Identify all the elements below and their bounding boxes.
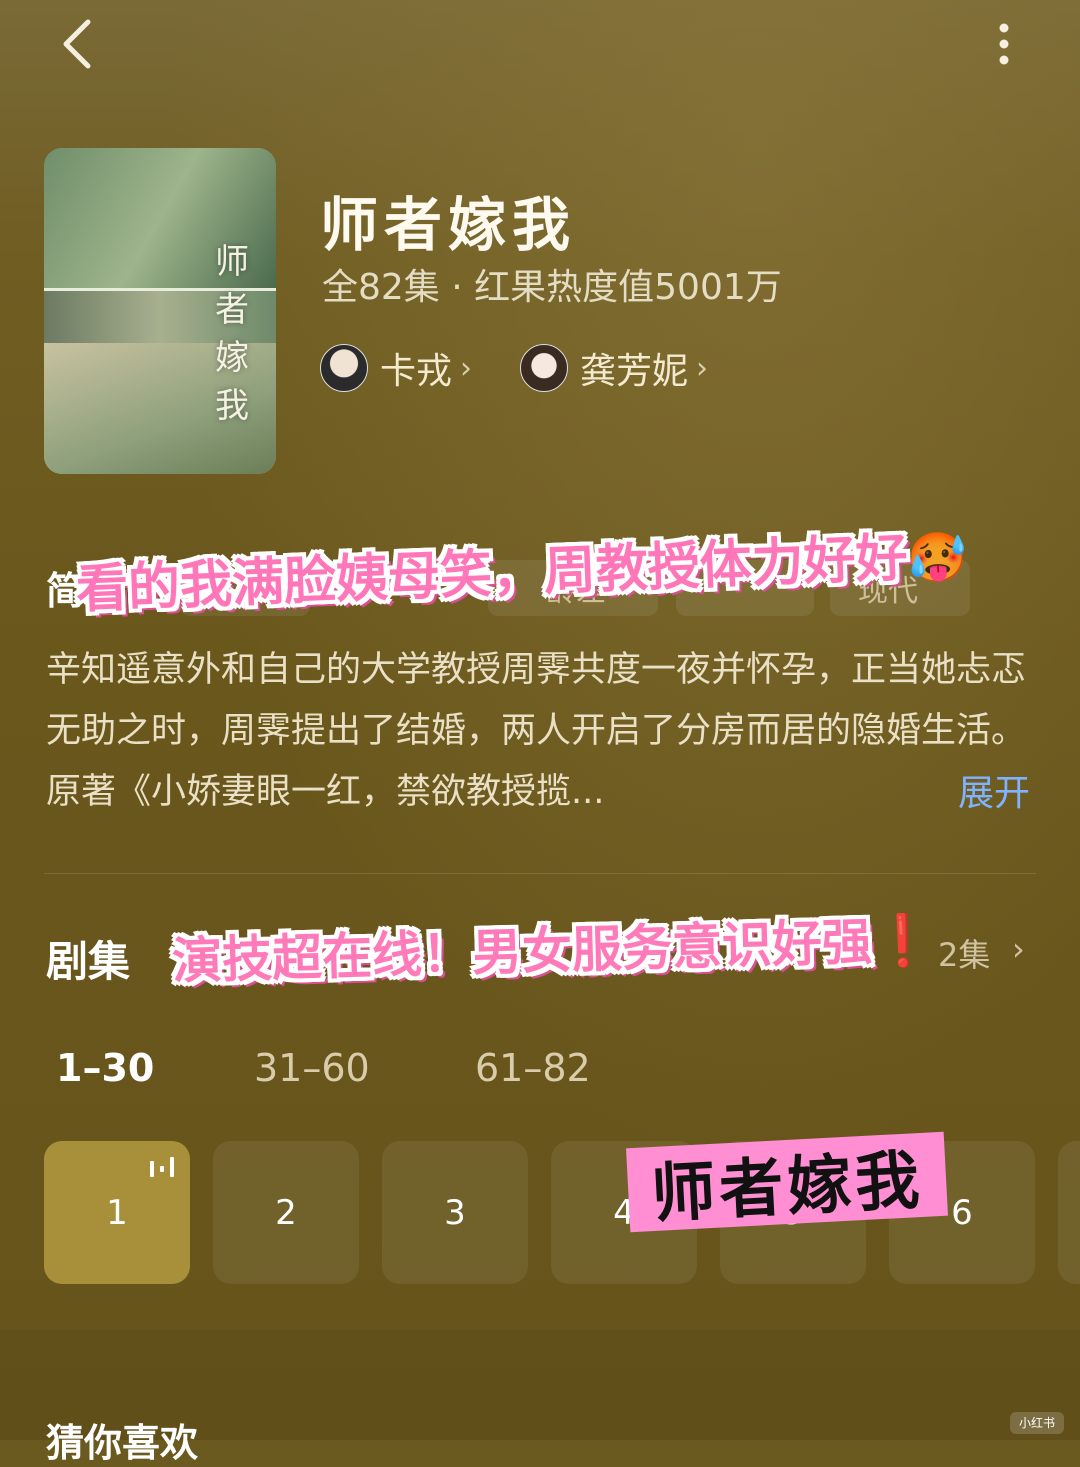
episode-range-tab[interactable]: 61–82 [475, 1046, 591, 1090]
more-button[interactable] [984, 14, 1024, 74]
divider [44, 873, 1036, 874]
episodes-label: 剧集 [46, 937, 131, 986]
drama-meta: 全82集 · 红果热度值5001万 [322, 267, 782, 308]
watermark-logo: 小红书 [1010, 1412, 1064, 1434]
episode-number: 3 [444, 1192, 466, 1233]
hot-face-emoji-icon: 🥵 [906, 528, 969, 588]
episode-tile[interactable]: 2 [213, 1141, 359, 1284]
cast-name: 卡戎 [380, 351, 453, 392]
episode-tile[interactable] [1058, 1141, 1080, 1284]
cast-item-2[interactable]: 龚芳妮 › [520, 342, 708, 394]
chevron-right-icon: › [696, 350, 709, 386]
episode-number: 6 [951, 1192, 973, 1233]
cast-name: 龚芳妮 [580, 351, 689, 392]
episode-range-tab[interactable]: 1–30 [56, 1046, 154, 1090]
avatar [520, 344, 568, 392]
episode-range-tab[interactable]: 31–60 [254, 1046, 370, 1090]
overlay-title-sticker: 师者嫁我 [626, 1131, 948, 1233]
chevron-right-icon[interactable]: › [1012, 930, 1025, 968]
synopsis-text: 辛知遥意外和自己的大学教授周霁共度一夜并怀孕，正当她忐忑无助之时，周霁提出了结婚… [46, 650, 1027, 812]
drama-poster[interactable]: 师者嫁我 [44, 148, 276, 474]
exclamation-icon: ❗ [871, 911, 935, 971]
expand-link[interactable]: 展开 [958, 764, 1030, 816]
top-bar [0, 0, 1080, 100]
playing-bars-icon [150, 1157, 174, 1177]
caption-text: 看的我满脸姨母笑，周教授体力好好 [75, 528, 909, 621]
cast-item-1[interactable]: 卡戎 › [320, 342, 472, 394]
episode-tile[interactable]: 1 [44, 1141, 190, 1284]
episode-number: 1 [106, 1192, 128, 1233]
chevron-right-icon: › [460, 350, 473, 386]
drama-title: 师者嫁我 [320, 191, 577, 259]
poster-title: 师者嫁我 [215, 242, 249, 426]
avatar [320, 344, 368, 392]
caption-text: 演技超在线！男女服务意识好强 [171, 912, 873, 991]
episode-number: 2 [275, 1192, 297, 1233]
episode-tile[interactable]: 3 [382, 1141, 528, 1284]
back-arrow-icon [63, 19, 91, 69]
back-button[interactable] [52, 14, 112, 74]
more-vertical-icon [999, 23, 1009, 65]
